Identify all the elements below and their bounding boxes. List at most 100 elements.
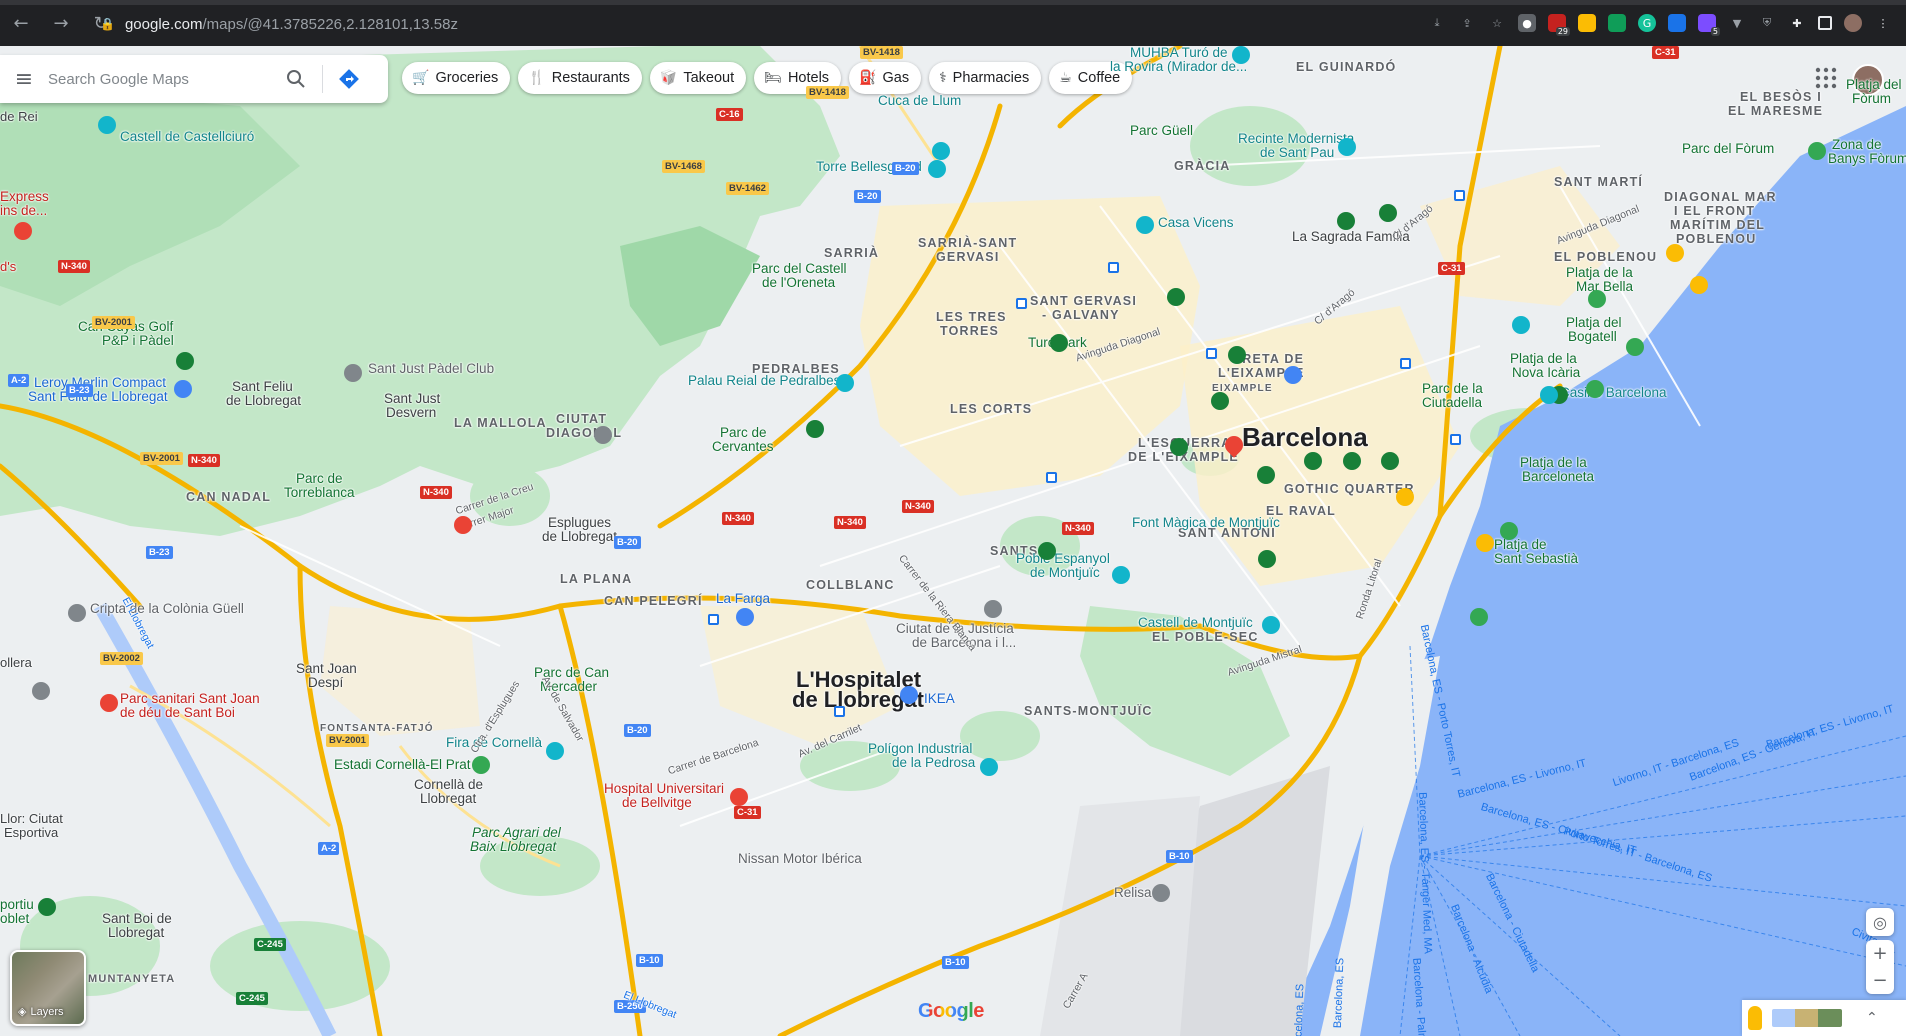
poi-platja-forum-1[interactable]: Platja del <box>1846 78 1902 92</box>
poi-poligon-1[interactable]: Polígon Industrial <box>868 742 972 756</box>
museum-pin-icon[interactable] <box>1540 386 1558 404</box>
poi-parc-torreblanca-1[interactable]: Parc de <box>296 472 343 486</box>
metro-stop-icon[interactable] <box>708 614 719 625</box>
imagery-thumbnails[interactable] <box>1772 1009 1842 1027</box>
poi-castell-montjuic[interactable]: Castell de Montjuïc <box>1138 616 1253 630</box>
star-pin-icon[interactable] <box>1396 488 1414 506</box>
expand-up-icon[interactable]: ⌃ <box>1866 1010 1878 1026</box>
map-canvas[interactable]: ≡ 🛒 Groceries 🍴 Restaurants 🥡 Takeout 🛏 Hote… <box>0 46 1906 1036</box>
search-icon[interactable] <box>276 55 316 103</box>
place-pin-icon[interactable] <box>344 364 362 382</box>
park-pin-icon[interactable] <box>1381 452 1399 470</box>
search-input[interactable] <box>48 70 276 88</box>
metro-stop-icon[interactable] <box>1108 262 1119 273</box>
poi-platja-mar-bella-2[interactable]: Mar Bella <box>1576 280 1633 294</box>
metro-stop-icon[interactable] <box>1454 190 1465 201</box>
install-icon[interactable]: ⤓ <box>1428 14 1446 32</box>
extension-badge-icon[interactable]: 29 <box>1548 14 1570 36</box>
hospital-pin-icon[interactable] <box>454 516 472 534</box>
poi-ikea[interactable]: IKEA <box>924 692 955 706</box>
shopping-pin-icon[interactable] <box>1284 366 1302 384</box>
poi-platja-bogatell-1[interactable]: Platja del <box>1566 316 1622 330</box>
museum-pin-icon[interactable] <box>928 160 946 178</box>
address-bar[interactable]: 🔒 google.com/maps/@41.3785226,2.128101,1… <box>100 11 1380 37</box>
star-icon[interactable]: ☆ <box>1488 14 1506 32</box>
poi-can-cuyas-2[interactable]: P&P i Pàdel <box>102 334 174 348</box>
poi-muhba-1[interactable]: MUHBA Turó de <box>1130 46 1228 60</box>
poi-leroy-1[interactable]: Leroy Merlin Compact <box>34 376 166 390</box>
museum-pin-icon[interactable] <box>1338 138 1356 156</box>
shopping-pin-icon[interactable] <box>174 380 192 398</box>
park-pin-icon[interactable] <box>1379 204 1397 222</box>
hotel-pin-icon[interactable] <box>14 222 32 240</box>
poi-express-1[interactable]: Express <box>0 190 49 204</box>
poi-recinte-1[interactable]: Recinte Modernista <box>1238 132 1354 146</box>
poi-parc-agrari-2[interactable]: Baix Llobregat <box>470 840 556 854</box>
poi-castell-castellciuro[interactable]: Castell de Castellciuró <box>120 130 254 144</box>
extension-grammarly-icon[interactable]: G <box>1638 14 1656 32</box>
poi-platja-mar-bella-1[interactable]: Platja de la <box>1566 266 1633 280</box>
beach-pin-icon[interactable] <box>1470 608 1488 626</box>
extension-notes-icon[interactable] <box>1578 14 1596 32</box>
poi-casa-vicens[interactable]: Casa Vicens <box>1158 216 1234 230</box>
place-pin-icon[interactable] <box>984 600 1002 618</box>
beach-pin-icon[interactable] <box>1586 380 1604 398</box>
park-pin-icon[interactable] <box>1343 452 1361 470</box>
shopping-pin-icon[interactable] <box>736 608 754 626</box>
hospital-pin-icon[interactable] <box>730 788 748 806</box>
extension-cookie-icon[interactable]: ● <box>1518 14 1536 32</box>
hamburger-menu-icon[interactable]: ≡ <box>0 55 48 103</box>
beach-pin-icon[interactable] <box>1808 142 1826 160</box>
star-pin-icon[interactable] <box>1666 244 1684 262</box>
poi-parc-sanitari-2[interactable]: de déu de Sant Boi <box>120 706 235 720</box>
beach-pin-icon[interactable] <box>1588 290 1606 308</box>
park-pin-icon[interactable] <box>1228 346 1246 364</box>
shopping-pin-icon[interactable] <box>900 686 918 704</box>
park-pin-icon[interactable] <box>1170 438 1188 456</box>
museum-pin-icon[interactable] <box>932 142 950 160</box>
extension-sheets-icon[interactable] <box>1608 14 1626 32</box>
poi-relisa[interactable]: Relisa <box>1114 886 1152 900</box>
pegman-icon[interactable] <box>1748 1006 1762 1030</box>
poi-parc-forum[interactable]: Parc del Fòrum <box>1682 142 1774 156</box>
park-pin-icon[interactable] <box>1337 212 1355 230</box>
chip-pharmacies[interactable]: ⚕ Pharmacies <box>929 62 1042 94</box>
poi-castell-oreneta-2[interactable]: de l'Oreneta <box>762 276 835 290</box>
park-pin-icon[interactable] <box>1211 392 1229 410</box>
poi-bellvitge-2[interactable]: de Bellvitge <box>622 796 692 810</box>
poi-poble-espanyol-1[interactable]: Poble Espanyol <box>1016 552 1110 566</box>
park-pin-icon[interactable] <box>1038 542 1056 560</box>
place-pin-icon[interactable] <box>68 604 86 622</box>
share-icon[interactable]: ⇪ <box>1458 14 1476 32</box>
poi-muhba-2[interactable]: la Rovira (Mirador de... <box>1110 60 1247 74</box>
poi-parc-ciutadella-1[interactable]: Parc de la <box>1422 382 1483 396</box>
poi-poligon-2[interactable]: de la Pedrosa <box>892 756 975 770</box>
museum-pin-icon[interactable] <box>546 742 564 760</box>
sidebar-icon[interactable] <box>1818 16 1832 30</box>
poi-cuca[interactable]: Cuca de Llum <box>878 94 961 108</box>
poi-leroy-2[interactable]: Sant Feliu de Llobregat <box>28 390 168 404</box>
poi-recinte-2[interactable]: de Sant Pau <box>1260 146 1334 160</box>
museum-pin-icon[interactable] <box>1232 46 1250 64</box>
poi-font-magica[interactable]: Font Màgica de Montjuïc <box>1132 516 1280 530</box>
museum-pin-icon[interactable] <box>1512 316 1530 334</box>
poi-palau-pedralbes[interactable]: Palau Reial de Pedralbes <box>688 374 840 388</box>
extension-shield-icon[interactable]: ⛨ <box>1758 14 1776 32</box>
place-pin-icon[interactable] <box>1152 884 1170 902</box>
park-pin-icon[interactable] <box>1167 288 1185 306</box>
metro-stop-icon[interactable] <box>1400 358 1411 369</box>
poi-zona-banys-2[interactable]: Banys Fòrum <box>1828 152 1906 166</box>
poi-platja-sebastia-1[interactable]: Platja de <box>1494 538 1547 552</box>
museum-pin-icon[interactable] <box>1262 616 1280 634</box>
poi-parc-sanitari-1[interactable]: Parc sanitari Sant Joan <box>120 692 260 706</box>
museum-pin-icon[interactable] <box>1136 216 1154 234</box>
poi-nissan[interactable]: Nissan Motor Ibérica <box>738 852 862 866</box>
poi-estadi-cornella[interactable]: Estadi Cornellà-El Prat <box>334 758 471 772</box>
stadium-pin-icon[interactable] <box>472 756 490 774</box>
forward-icon[interactable]: → <box>48 10 74 36</box>
directions-icon[interactable] <box>329 55 369 103</box>
poi-zona-banys-1[interactable]: Zona de <box>1832 138 1882 152</box>
park-pin-icon[interactable] <box>1257 466 1275 484</box>
poi-parc-cervantes-1[interactable]: Parc de <box>720 426 767 440</box>
poi-cripta[interactable]: Cripta de la Colònia Güell <box>90 602 244 616</box>
